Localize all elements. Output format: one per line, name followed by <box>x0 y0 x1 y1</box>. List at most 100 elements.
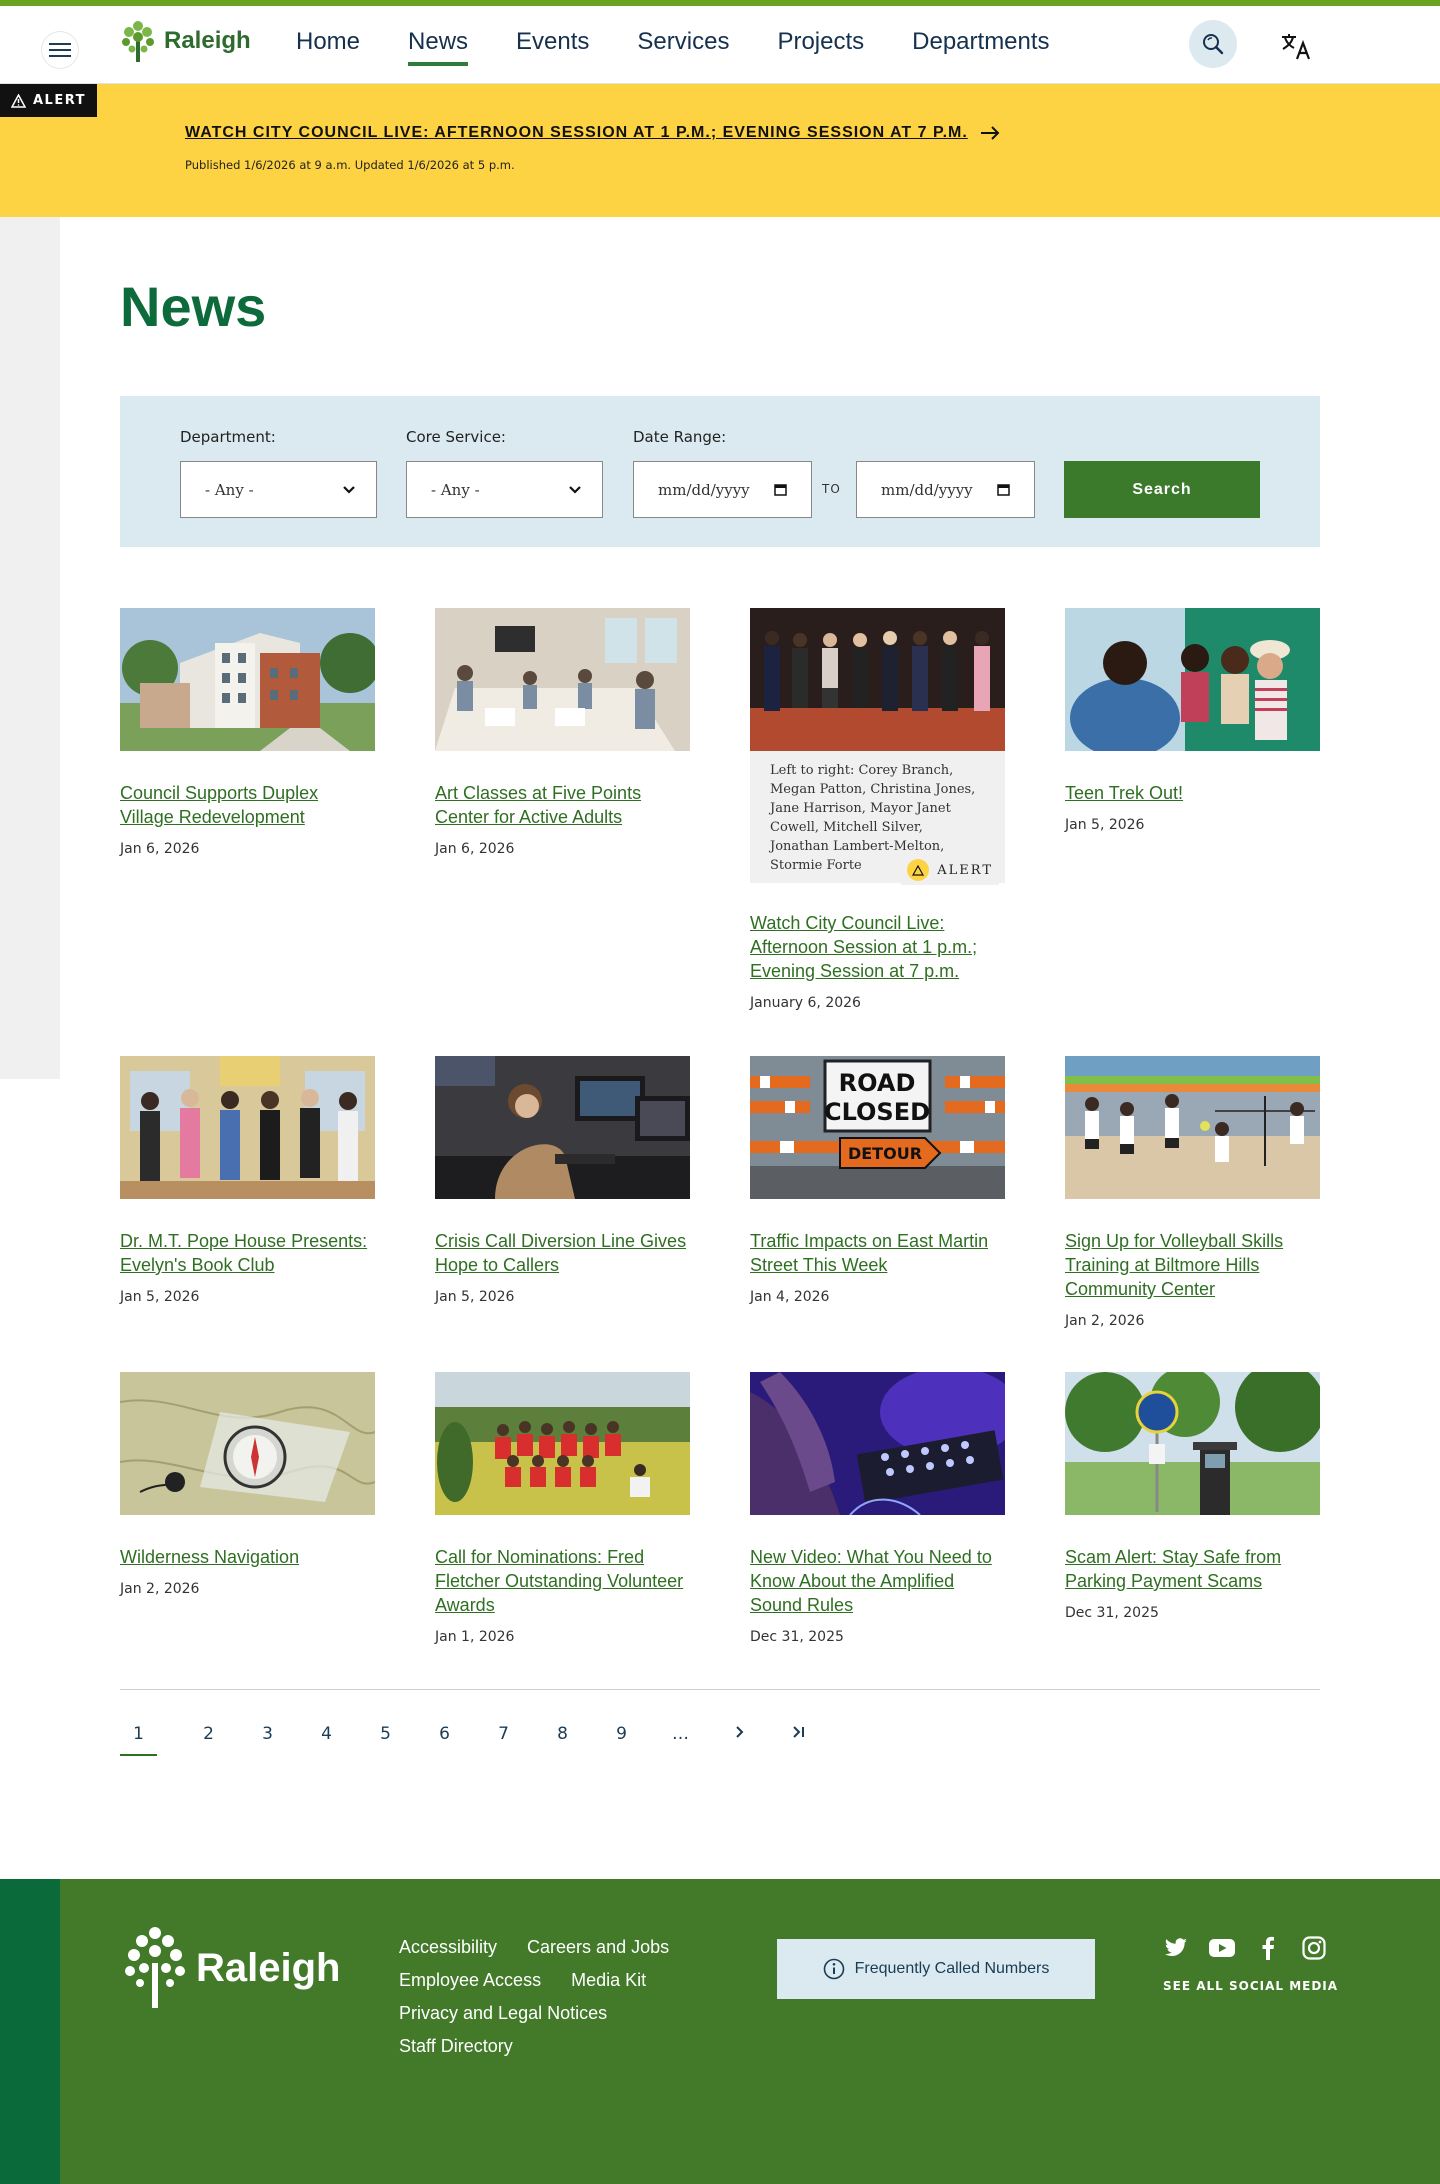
footer-link-careers[interactable]: Careers and Jobs <box>527 1937 669 1958</box>
news-thumbnail-volunteers[interactable] <box>435 1372 690 1515</box>
page-link-6[interactable]: 6 <box>415 1724 474 1756</box>
news-title-link[interactable]: Call for Nominations: Fred Fletcher Outs… <box>435 1545 690 1617</box>
facebook-link[interactable] <box>1255 1935 1281 1961</box>
nav-news[interactable]: News <box>408 28 469 66</box>
site-footer: Raleigh Accessibility Careers and Jobs E… <box>0 1879 1440 2184</box>
page-link-5[interactable]: 5 <box>356 1724 415 1756</box>
news-date: Jan 2, 2026 <box>120 1581 200 1597</box>
nav-services[interactable]: Services <box>637 28 729 66</box>
frequently-called-numbers-button[interactable]: Frequently Called Numbers <box>777 1939 1095 1999</box>
news-title-link[interactable]: Traffic Impacts on East Martin Street Th… <box>750 1229 1005 1277</box>
news-date: Dec 31, 2025 <box>1065 1605 1159 1621</box>
page-title: News <box>120 275 267 338</box>
youtube-link[interactable] <box>1209 1935 1235 1961</box>
footer-link-employee-access[interactable]: Employee Access <box>399 1970 541 1991</box>
news-date: Dec 31, 2025 <box>750 1629 844 1645</box>
nav-events[interactable]: Events <box>516 28 589 66</box>
news-thumbnail-sound-board[interactable] <box>750 1372 1005 1515</box>
see-all-social-link[interactable]: SEE ALL SOCIAL MEDIA <box>1163 1979 1338 1993</box>
menu-button[interactable] <box>42 32 78 68</box>
last-page-button[interactable] <box>769 1724 828 1756</box>
page-link-8[interactable]: 8 <box>533 1724 592 1756</box>
svg-text:ROAD: ROAD <box>839 1069 916 1097</box>
twitter-icon <box>1164 1938 1187 1956</box>
news-thumbnail-housing[interactable] <box>120 608 375 751</box>
date-from-input[interactable]: mm/dd/yyyy <box>633 461 812 518</box>
last-page-icon <box>792 1726 804 1738</box>
footer-link-staff-directory[interactable]: Staff Directory <box>399 2036 513 2057</box>
footer-link-media-kit[interactable]: Media Kit <box>571 1970 646 1991</box>
news-thumbnail-council-group[interactable] <box>750 608 1005 751</box>
news-thumbnail-art-class[interactable] <box>435 608 690 751</box>
nav-home[interactable]: Home <box>296 28 360 66</box>
date-to-input[interactable]: mm/dd/yyyy <box>856 461 1035 518</box>
social-links <box>1163 1935 1327 1961</box>
nav-projects[interactable]: Projects <box>777 28 864 66</box>
news-title-link[interactable]: Scam Alert: Stay Safe from Parking Payme… <box>1065 1545 1320 1593</box>
next-page-button[interactable] <box>710 1724 769 1756</box>
search-button[interactable] <box>1189 20 1237 68</box>
page-ellipsis: … <box>672 1724 689 1744</box>
page-link-4[interactable]: 4 <box>297 1724 356 1756</box>
nav-departments[interactable]: Departments <box>912 28 1049 66</box>
page-link-9[interactable]: 9 <box>592 1724 651 1756</box>
pagination: 1 2 3 4 5 6 7 8 9 … <box>120 1724 828 1756</box>
news-title-link[interactable]: Crisis Call Diversion Line Gives Hope to… <box>435 1229 690 1277</box>
news-title-link[interactable]: Art Classes at Five Points Center for Ac… <box>435 781 690 829</box>
news-title-link[interactable]: Dr. M.T. Pope House Presents: Evelyn's B… <box>120 1229 375 1277</box>
news-title-link[interactable]: Watch City Council Live: Afternoon Sessi… <box>750 911 1005 983</box>
alert-headline-link[interactable]: WATCH CITY COUNCIL LIVE: AFTERNOON SESSI… <box>185 124 1000 142</box>
translate-button[interactable] <box>1276 28 1316 64</box>
footer-link-accessibility[interactable]: Accessibility <box>399 1937 497 1958</box>
news-date: Jan 1, 2026 <box>435 1629 515 1645</box>
instagram-icon <box>1302 1936 1326 1960</box>
department-select[interactable]: - Any - <box>180 461 377 518</box>
news-date: Jan 6, 2026 <box>120 841 200 857</box>
news-title-link[interactable]: Teen Trek Out! <box>1065 781 1320 805</box>
site-logo[interactable]: Raleigh <box>118 18 251 64</box>
news-filter-panel: Department: - Any - Core Service: - Any … <box>120 396 1320 547</box>
translate-icon <box>1282 34 1311 60</box>
date-range-label: Date Range: <box>633 428 727 446</box>
warning-icon <box>907 859 930 881</box>
news-title-link[interactable]: Sign Up for Volleyball Skills Training a… <box>1065 1229 1320 1301</box>
page-link-7[interactable]: 7 <box>474 1724 533 1756</box>
footer-left-band <box>0 1879 60 2184</box>
news-date: January 6, 2026 <box>750 995 861 1011</box>
footer-logo[interactable]: Raleigh <box>120 1923 340 2013</box>
news-card: Sign Up for Volleyball Skills Training a… <box>1065 1056 1320 1329</box>
search-submit-button[interactable]: Search <box>1064 461 1260 518</box>
left-gutter <box>0 217 60 1079</box>
news-thumbnail-teens[interactable] <box>1065 608 1320 751</box>
department-label: Department: <box>180 428 276 446</box>
page-link-2[interactable]: 2 <box>179 1724 238 1756</box>
instagram-link[interactable] <box>1301 1935 1327 1961</box>
core-service-select[interactable]: - Any - <box>406 461 603 518</box>
news-date: Jan 5, 2026 <box>120 1289 200 1305</box>
news-title-link[interactable]: New Video: What You Need to Know About t… <box>750 1545 1005 1617</box>
info-icon <box>823 1958 844 1980</box>
youtube-icon <box>1209 1939 1235 1957</box>
chevron-down-icon <box>569 485 581 494</box>
warning-icon <box>10 93 26 108</box>
news-thumbnail-parking-kiosk[interactable] <box>1065 1372 1320 1515</box>
chevron-right-icon <box>735 1726 743 1738</box>
twitter-link[interactable] <box>1163 1935 1189 1961</box>
news-thumbnail-volleyball[interactable] <box>1065 1056 1320 1199</box>
news-card: ROAD CLOSED DETOUR Traffic Impacts on Ea… <box>750 1056 1005 1305</box>
footer-link-privacy[interactable]: Privacy and Legal Notices <box>399 2003 607 2024</box>
news-date: Jan 4, 2026 <box>750 1289 830 1305</box>
news-thumbnail-compass[interactable] <box>120 1372 375 1515</box>
news-thumbnail-book-club[interactable] <box>120 1056 375 1199</box>
page-link-3[interactable]: 3 <box>238 1724 297 1756</box>
news-title-link[interactable]: Council Supports Duplex Village Redevelo… <box>120 781 375 829</box>
news-thumbnail-call-center[interactable] <box>435 1056 690 1199</box>
alert-banner: ALERT WATCH CITY COUNCIL LIVE: AFTERNOON… <box>0 84 1440 217</box>
news-thumbnail-road-closed[interactable]: ROAD CLOSED DETOUR <box>750 1056 1005 1199</box>
caption-alert-badge: ALERT <box>901 855 999 885</box>
news-card: Crisis Call Diversion Line Gives Hope to… <box>435 1056 690 1305</box>
news-card: Council Supports Duplex Village Redevelo… <box>120 608 375 857</box>
news-title-link[interactable]: Wilderness Navigation <box>120 1545 375 1569</box>
page-link-1[interactable]: 1 <box>120 1724 157 1756</box>
site-logo-text: Raleigh <box>164 27 251 54</box>
